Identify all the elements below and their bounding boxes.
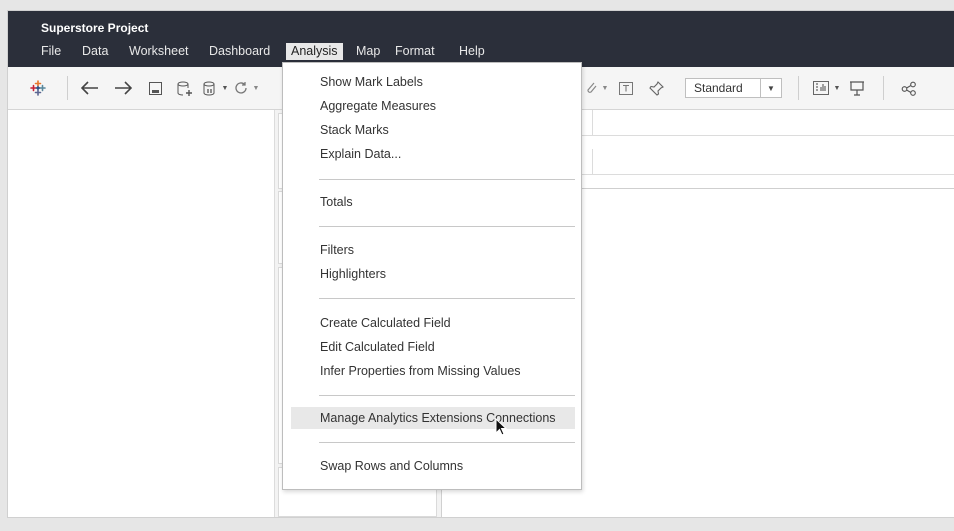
title-bar: Superstore Project File Data Worksheet D… <box>8 11 954 67</box>
pause-updates-icon[interactable] <box>202 67 218 109</box>
fit-select-value: Standard <box>694 81 743 95</box>
chevron-down-icon[interactable]: ▼ <box>600 67 610 109</box>
menu-create-calculated-field[interactable]: Create Calculated Field <box>320 316 451 330</box>
menu-separator <box>319 395 575 396</box>
menu-map[interactable]: Map <box>356 44 380 58</box>
chevron-down-icon[interactable]: ▼ <box>252 67 260 109</box>
save-icon[interactable] <box>146 67 164 109</box>
toolbar-separator <box>67 76 68 100</box>
menu-separator <box>319 226 575 227</box>
share-icon[interactable] <box>898 67 920 109</box>
menu-stack-marks[interactable]: Stack Marks <box>320 123 389 137</box>
menu-analysis[interactable]: Analysis <box>286 43 343 60</box>
annotate-icon[interactable] <box>583 67 599 109</box>
refresh-icon[interactable] <box>231 67 251 109</box>
menu-dashboard[interactable]: Dashboard <box>209 44 270 58</box>
menu-explain-data[interactable]: Explain Data... <box>320 147 401 161</box>
menu-infer-properties[interactable]: Infer Properties from Missing Values <box>320 364 521 378</box>
menu-worksheet[interactable]: Worksheet <box>129 44 189 58</box>
pin-icon[interactable] <box>646 67 666 109</box>
menu-separator <box>319 179 575 180</box>
menu-aggregate-measures[interactable]: Aggregate Measures <box>320 99 436 113</box>
menu-filters[interactable]: Filters <box>320 243 354 257</box>
menu-swap-rows-columns[interactable]: Swap Rows and Columns <box>320 459 463 473</box>
forward-arrow-icon[interactable] <box>112 67 134 109</box>
menu-totals[interactable]: Totals <box>320 195 353 209</box>
menu-format[interactable]: Format <box>395 44 435 58</box>
menu-help[interactable]: Help <box>459 44 485 58</box>
show-me-icon[interactable] <box>811 67 831 109</box>
mouse-cursor-icon <box>495 417 508 441</box>
fit-select[interactable]: Standard ▼ <box>685 78 782 98</box>
back-arrow-icon[interactable] <box>79 67 101 109</box>
menu-manage-analytics-extensions[interactable]: Manage Analytics Extensions Connections <box>320 411 556 425</box>
menu-file[interactable]: File <box>41 44 61 58</box>
menu-separator <box>319 298 575 299</box>
menu-highlighters[interactable]: Highlighters <box>320 267 386 281</box>
presentation-icon[interactable] <box>846 67 868 109</box>
text-icon[interactable] <box>616 67 636 109</box>
menu-edit-calculated-field[interactable]: Edit Calculated Field <box>320 340 435 354</box>
app-title: Superstore Project <box>41 21 149 35</box>
chevron-down-icon[interactable]: ▼ <box>220 67 230 109</box>
data-pane <box>8 110 275 517</box>
menu-show-mark-labels[interactable]: Show Mark Labels <box>320 75 423 89</box>
new-datasource-icon[interactable] <box>174 67 196 109</box>
menu-data[interactable]: Data <box>82 44 108 58</box>
analysis-dropdown-menu: Show Mark Labels Aggregate Measures Stac… <box>282 62 582 490</box>
toolbar-separator <box>798 76 799 100</box>
chevron-down-icon[interactable]: ▼ <box>832 67 842 109</box>
toolbar-separator <box>883 76 884 100</box>
menu-separator <box>319 442 575 443</box>
chevron-down-icon: ▼ <box>760 79 781 97</box>
tableau-logo-icon[interactable] <box>26 67 50 109</box>
